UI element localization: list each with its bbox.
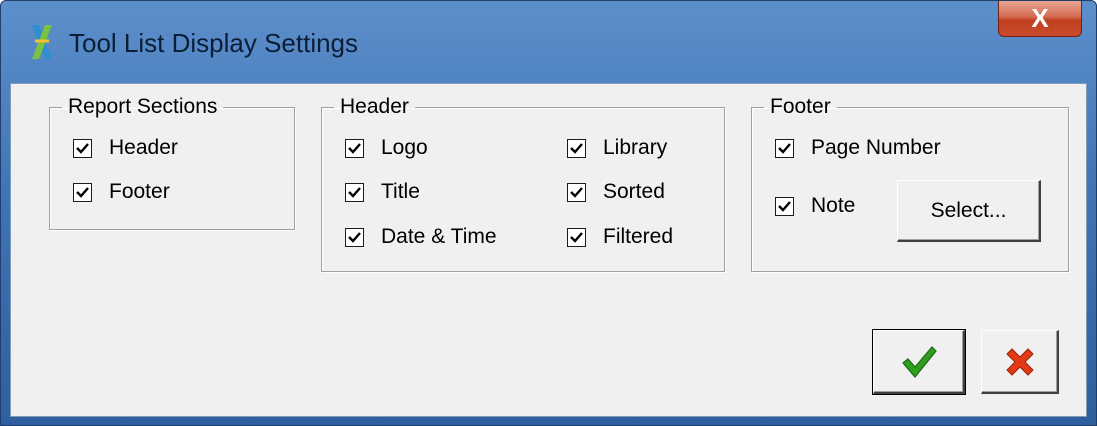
- checkbox-box[interactable]: [345, 227, 364, 247]
- check-mark-icon: [348, 231, 361, 243]
- check-mark-icon: [570, 186, 583, 198]
- checkbox-box[interactable]: [345, 138, 364, 158]
- checkbox-note[interactable]: Note: [775, 194, 855, 218]
- checkbox-filtered[interactable]: Filtered: [567, 225, 673, 249]
- footer-legend: Footer: [770, 95, 831, 118]
- green-checkmark-icon: [901, 345, 937, 378]
- checkbox-label: Filtered: [603, 225, 674, 248]
- checkbox-label: Page Number: [811, 136, 941, 159]
- checkbox-box[interactable]: [73, 182, 92, 202]
- check-mark-icon: [778, 142, 791, 154]
- checkbox-label: Sorted: [603, 180, 665, 203]
- dialog-client-area: Report Sections Header Footer Header Log…: [10, 83, 1087, 417]
- check-mark-icon: [348, 186, 361, 198]
- checkbox-sorted[interactable]: Sorted: [567, 180, 665, 204]
- checkbox-box[interactable]: [775, 196, 794, 216]
- checkbox-label: Library: [603, 136, 668, 159]
- checkbox-label: Date & Time: [381, 225, 497, 248]
- app-logo-icon: [32, 25, 52, 59]
- checkbox-title[interactable]: Title: [345, 180, 420, 204]
- check-mark-icon: [76, 142, 89, 154]
- dialog-window: Tool List Display Settings X Report Sect…: [0, 0, 1097, 426]
- checkbox-label: Footer: [109, 180, 170, 203]
- check-mark-icon: [570, 231, 583, 243]
- checkbox-box[interactable]: [345, 182, 364, 202]
- header-legend: Header: [340, 95, 409, 118]
- checkbox-box[interactable]: [567, 182, 586, 202]
- select-button-label: Select...: [930, 198, 1007, 222]
- close-icon: X: [1031, 3, 1049, 33]
- checkbox-date-time[interactable]: Date & Time: [345, 225, 497, 249]
- check-mark-icon: [76, 186, 89, 198]
- report-sections-legend: Report Sections: [68, 95, 218, 118]
- checkbox-box[interactable]: [73, 138, 92, 158]
- checkbox-label: Header: [109, 136, 178, 159]
- cancel-button[interactable]: [981, 330, 1059, 394]
- close-button[interactable]: X: [998, 1, 1082, 37]
- red-x-icon: [1005, 347, 1034, 376]
- window-title: Tool List Display Settings: [69, 28, 359, 58]
- checkbox-box[interactable]: [567, 227, 586, 247]
- checkbox-box[interactable]: [567, 138, 586, 158]
- checkbox-library[interactable]: Library: [567, 136, 667, 160]
- checkbox-logo[interactable]: Logo: [345, 136, 428, 160]
- check-mark-icon: [778, 200, 791, 212]
- title-bar[interactable]: Tool List Display Settings X: [1, 1, 1096, 83]
- checkbox-page-number[interactable]: Page Number: [775, 136, 941, 160]
- checkbox-report-footer[interactable]: Footer: [73, 180, 170, 204]
- check-mark-icon: [570, 142, 583, 154]
- checkbox-label: Logo: [381, 136, 428, 159]
- report-sections-group: Report Sections: [49, 96, 295, 230]
- check-mark-icon: [348, 142, 361, 154]
- checkbox-report-header[interactable]: Header: [73, 136, 178, 160]
- ok-button[interactable]: [872, 329, 966, 395]
- checkbox-label: Note: [811, 194, 856, 217]
- checkbox-label: Title: [381, 180, 420, 203]
- select-button[interactable]: Select...: [897, 180, 1041, 242]
- checkbox-box[interactable]: [775, 138, 794, 158]
